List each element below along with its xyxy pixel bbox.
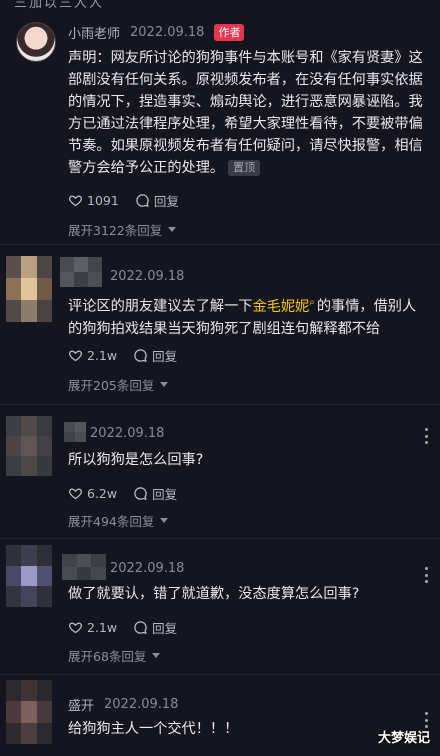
comment-header: 2022.09.18 [90,423,164,443]
heart-outline-icon [68,195,83,207]
comment-text: 做了就要认，错了就道歉，没态度算怎么回事? [68,583,430,605]
expand-replies-label: 展开205条回复 [68,378,155,393]
reply-button[interactable]: 回复 [135,191,179,210]
speech-bubble-icon [134,621,147,634]
divider [0,538,440,539]
comment-actions: 2.1w 回复 [68,618,177,637]
like-button[interactable]: 2.1w [68,620,117,635]
blurred-username [64,422,86,442]
more-options-button[interactable] [424,712,428,728]
divider [0,244,440,245]
pinned-badge: 置顶 [228,160,261,176]
watermark: 大梦娱记 [377,731,430,746]
like-button[interactable]: 2.1w [68,348,117,363]
like-button[interactable]: 6.2w [68,486,117,501]
heart-outline-icon [68,488,83,500]
keyword-link[interactable]: 金毛妮妮⌕ [252,297,316,315]
comment-text-content: 声明：网友所讨论的狗狗事件与本账号和《家有贤妻》这部剧没有任何关系。原视频发布者… [68,50,423,176]
like-count: 2.1w [87,348,118,363]
expand-replies-label: 展开3122条回复 [68,223,163,238]
comment-text-content: 所以狗狗是怎么回事? [68,452,204,468]
chevron-down-icon [160,518,169,523]
comment-text-content: 给狗狗主人一个交代！！！ [68,721,239,737]
speech-bubble-icon [134,349,147,362]
blurred-username [62,554,106,580]
reply-button[interactable]: 回复 [133,618,177,637]
speech-bubble-icon [134,487,147,500]
keyword-text: 金毛妮妮 [252,298,310,315]
chevron-down-icon [160,382,169,387]
comment-date: 2022.09.18 [130,24,205,40]
blurred-avatar[interactable] [6,416,52,476]
search-icon: ⌕ [309,297,315,308]
reply-label: 回复 [153,194,179,209]
speech-bubble-icon [136,194,149,207]
comment-text: 所以狗狗是怎么回事? [68,449,430,471]
comment-date: 2022.09.18 [110,268,185,284]
heart-outline-icon [68,622,83,634]
expand-replies-button[interactable]: 展开494条回复 [68,511,169,530]
blurred-avatar[interactable] [6,545,52,607]
comment-header: 盛开 2022.09.18 [68,694,178,714]
like-count: 1091 [87,193,119,208]
like-button[interactable]: 1091 [68,193,119,208]
comment-text-content: 做了就要认，错了就道歉，没态度算怎么回事? [68,586,360,602]
comment-actions: 6.2w 回复 [68,484,177,503]
reply-button[interactable]: 回复 [133,484,177,503]
expand-replies-label: 展开494条回复 [68,514,155,529]
comment-text: 声明：网友所讨论的狗狗事件与本账号和《家有贤妻》这部剧没有任何关系。原视频发布者… [68,47,430,179]
more-vertical-icon [424,712,428,715]
comment-header: 小雨老师 2022.09.18 作者 [68,22,245,42]
blurred-username [60,257,102,287]
username[interactable]: 小雨老师 [68,23,120,42]
expand-replies-button[interactable]: 展开205条回复 [68,375,169,394]
blurred-avatar[interactable] [6,256,52,322]
author-avatar[interactable] [16,22,56,62]
reply-label: 回复 [152,487,178,502]
divider [0,404,440,405]
chevron-down-icon [168,227,177,232]
comment-date: 2022.09.18 [104,696,179,712]
comment-header: 2022.09.18 [110,266,184,286]
author-badge: 作者 [214,23,245,41]
comment-text: 评论区的朋友建议去了解一下金毛妮妮⌕ 的事情，借别人的狗狗拍戏结果当天狗狗死了剧组… [68,292,430,340]
comment-actions: 2.1w 回复 [68,346,177,365]
top-cropped-text: 三加以三人人 [0,0,440,10]
more-options-button[interactable] [424,567,428,583]
divider [0,674,440,675]
blurred-avatar[interactable] [6,680,52,744]
comment-header: 2022.09.18 [110,558,184,578]
like-count: 2.1w [87,620,118,635]
reply-label: 回复 [152,621,178,636]
cropped-heading-text: 三加以三人人 [14,0,105,10]
reply-button[interactable]: 回复 [133,346,177,365]
username[interactable]: 盛开 [68,695,94,714]
more-options-button[interactable] [424,428,428,444]
comment-date: 2022.09.18 [90,425,165,441]
more-vertical-icon [424,567,428,570]
comment-actions: 1091 回复 [68,191,179,210]
chevron-down-icon [152,653,161,658]
comment-text: 给狗狗主人一个交代！！！ [68,718,430,740]
like-count: 6.2w [87,486,118,501]
expand-replies-button[interactable]: 展开68条回复 [68,646,161,665]
expand-replies-label: 展开68条回复 [68,649,147,664]
heart-outline-icon [68,350,83,362]
expand-replies-button[interactable]: 展开3122条回复 [68,220,177,239]
comment-date: 2022.09.18 [110,560,185,576]
reply-label: 回复 [152,349,178,364]
more-vertical-icon [424,428,428,431]
comment-text-before: 评论区的朋友建议去了解一下 [68,298,253,315]
